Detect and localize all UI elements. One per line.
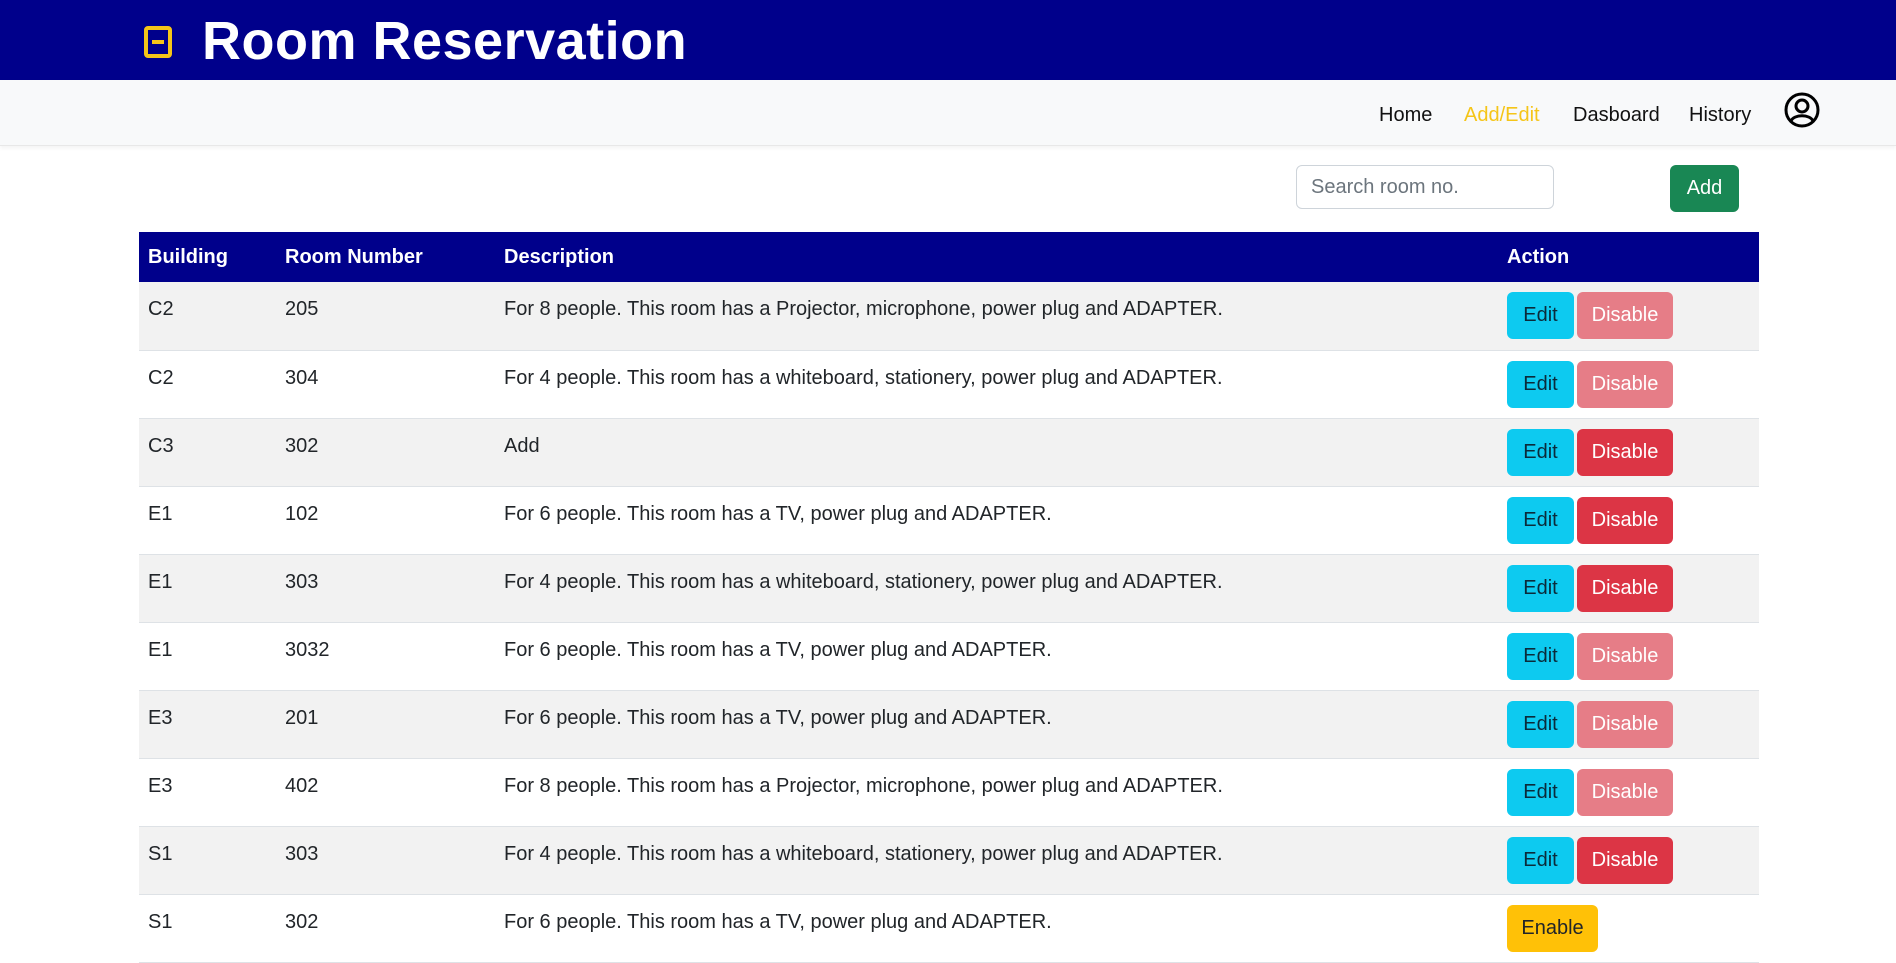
table-row: S1 303 For 4 people. This room has a white…	[139, 826, 1759, 895]
cell-action: Edit Disable	[1498, 758, 1759, 827]
cell-room-number: 303	[276, 826, 495, 895]
table-header-row: Building Room Number Description Action	[139, 232, 1759, 282]
cell-building: E1	[139, 554, 276, 623]
header-building: Building	[139, 232, 276, 282]
app-title: Room Reservation	[202, 11, 688, 71]
cell-description: For 8 people. This room has a Projector,…	[495, 282, 1498, 351]
disable-button[interactable]: Disable	[1577, 836, 1673, 884]
nav-add-edit[interactable]: Add/Edit	[1464, 104, 1540, 127]
table-row: C3 302 Add Edit Disable	[139, 418, 1759, 487]
cell-room-number: 402	[276, 758, 495, 827]
disable-button[interactable]: Disable	[1577, 292, 1673, 339]
table-row: C2 304 For 4 people. This room has a white…	[139, 350, 1759, 419]
edit-button[interactable]: Edit	[1507, 496, 1574, 544]
header-description: Description	[495, 232, 1498, 282]
cell-room-number: 302	[276, 894, 495, 963]
cell-room-number: 201	[276, 690, 495, 759]
nav-dashboard[interactable]: Dasboard	[1573, 104, 1660, 127]
cell-description: For 4 people. This room has a whiteboard…	[495, 554, 1498, 623]
disable-button[interactable]: Disable	[1577, 564, 1673, 612]
table-row: E1 102 For 6 people. This room has a TV, p…	[139, 486, 1759, 555]
cell-building: E3	[139, 758, 276, 827]
table-row: C2 205 For 8 people. This room has a Proje…	[139, 282, 1759, 351]
search-room-input[interactable]	[1296, 165, 1554, 209]
cell-action: Edit Disable	[1498, 554, 1759, 623]
user-circle-icon[interactable]	[1784, 92, 1820, 128]
disable-button[interactable]: Disable	[1577, 428, 1673, 476]
header-action: Action	[1498, 232, 1759, 282]
app-header: Room Reservation	[0, 0, 1896, 80]
cell-action: Edit Disable	[1498, 826, 1759, 895]
cell-room-number: 102	[276, 486, 495, 555]
cell-description: For 6 people. This room has a TV, power …	[495, 486, 1498, 555]
cell-action: Edit Disable	[1498, 350, 1759, 419]
cell-description: For 4 people. This room has a whiteboard…	[495, 350, 1498, 419]
cell-room-number: 205	[276, 282, 495, 351]
cell-action: Edit Disable	[1498, 622, 1759, 691]
nav-bar: Home Add/Edit Dasboard History	[0, 80, 1896, 146]
book-icon	[144, 26, 172, 58]
edit-button[interactable]: Edit	[1507, 360, 1574, 408]
table-row: E1 3032 For 6 people. This room has a TV, …	[139, 622, 1759, 691]
table-row: E3 402 For 8 people. This room has a Proje…	[139, 758, 1759, 827]
cell-action: Enable	[1498, 894, 1759, 963]
nav-history[interactable]: History	[1689, 104, 1751, 127]
cell-room-number: 304	[276, 350, 495, 419]
cell-building: C2	[139, 282, 276, 351]
cell-building: E1	[139, 486, 276, 555]
table-row: E1 303 For 4 people. This room has a white…	[139, 554, 1759, 623]
cell-description: For 4 people. This room has a whiteboard…	[495, 826, 1498, 895]
add-room-button[interactable]: Add	[1670, 165, 1739, 212]
cell-action: Edit Disable	[1498, 486, 1759, 555]
cell-action: Edit Disable	[1498, 690, 1759, 759]
edit-button[interactable]: Edit	[1507, 564, 1574, 612]
cell-description: Add	[495, 418, 1498, 487]
edit-button[interactable]: Edit	[1507, 632, 1574, 680]
rooms-table: Building Room Number Description Action …	[139, 232, 1759, 963]
disable-button[interactable]: Disable	[1577, 496, 1673, 544]
cell-building: E3	[139, 690, 276, 759]
disable-button[interactable]: Disable	[1577, 700, 1673, 748]
cell-description: For 6 people. This room has a TV, power …	[495, 690, 1498, 759]
cell-building: C3	[139, 418, 276, 487]
cell-room-number: 302	[276, 418, 495, 487]
disable-button[interactable]: Disable	[1577, 360, 1673, 408]
edit-button[interactable]: Edit	[1507, 700, 1574, 748]
disable-button[interactable]: Disable	[1577, 768, 1673, 816]
cell-action: Edit Disable	[1498, 282, 1759, 351]
edit-button[interactable]: Edit	[1507, 836, 1574, 884]
cell-room-number: 303	[276, 554, 495, 623]
cell-building: C2	[139, 350, 276, 419]
cell-building: S1	[139, 826, 276, 895]
cell-building: S1	[139, 894, 276, 963]
cell-building: E1	[139, 622, 276, 691]
disable-button[interactable]: Disable	[1577, 632, 1673, 680]
table-row: E3 201 For 6 people. This room has a TV, p…	[139, 690, 1759, 759]
cell-description: For 6 people. This room has a TV, power …	[495, 894, 1498, 963]
nav-home[interactable]: Home	[1379, 104, 1432, 127]
cell-description: For 6 people. This room has a TV, power …	[495, 622, 1498, 691]
edit-button[interactable]: Edit	[1507, 292, 1574, 339]
enable-button[interactable]: Enable	[1507, 904, 1598, 952]
cell-description: For 8 people. This room has a Projector,…	[495, 758, 1498, 827]
edit-button[interactable]: Edit	[1507, 428, 1574, 476]
cell-room-number: 3032	[276, 622, 495, 691]
cell-action: Edit Disable	[1498, 418, 1759, 487]
header-room-number: Room Number	[276, 232, 495, 282]
table-row: S1 302 For 6 people. This room has a TV, p…	[139, 894, 1759, 963]
edit-button[interactable]: Edit	[1507, 768, 1574, 816]
